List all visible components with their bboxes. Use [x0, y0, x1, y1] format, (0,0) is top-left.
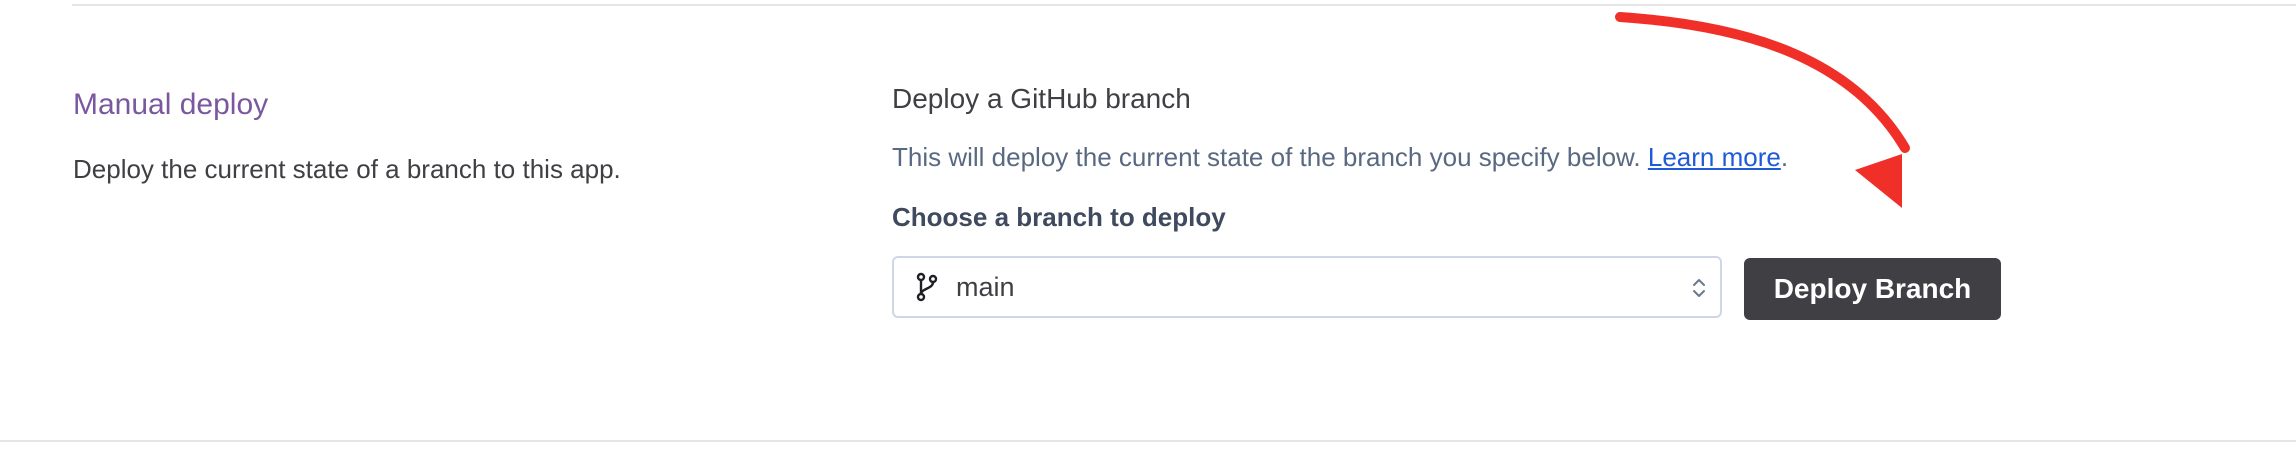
manual-deploy-title: Manual deploy: [73, 88, 269, 121]
deploy-github-branch-title: Deploy a GitHub branch: [892, 83, 1191, 114]
red-curved-arrow-icon: [1615, 12, 1910, 208]
deploy-description-text: This will deploy the current state of th…: [892, 142, 1641, 172]
deploy-settings-page: Manual deploy Deploy the current state o…: [0, 0, 2296, 462]
deploy-github-branch-description: This will deploy the current state of th…: [892, 142, 1788, 173]
manual-deploy-description: Deploy the current state of a branch to …: [73, 154, 621, 184]
selected-branch-value: main: [956, 272, 1015, 302]
description-period: .: [1780, 142, 1789, 172]
learn-more-link[interactable]: Learn more: [1648, 142, 1781, 172]
select-caret-icon: [1693, 279, 1705, 297]
deploy-branch-button[interactable]: Deploy Branch: [1744, 258, 2001, 320]
top-divider: [72, 4, 2296, 6]
branch-field-label: Choose a branch to deploy: [892, 202, 1226, 232]
branch-select[interactable]: main: [892, 256, 1722, 318]
bottom-divider: [0, 440, 2296, 442]
git-branch-icon: [916, 272, 938, 302]
